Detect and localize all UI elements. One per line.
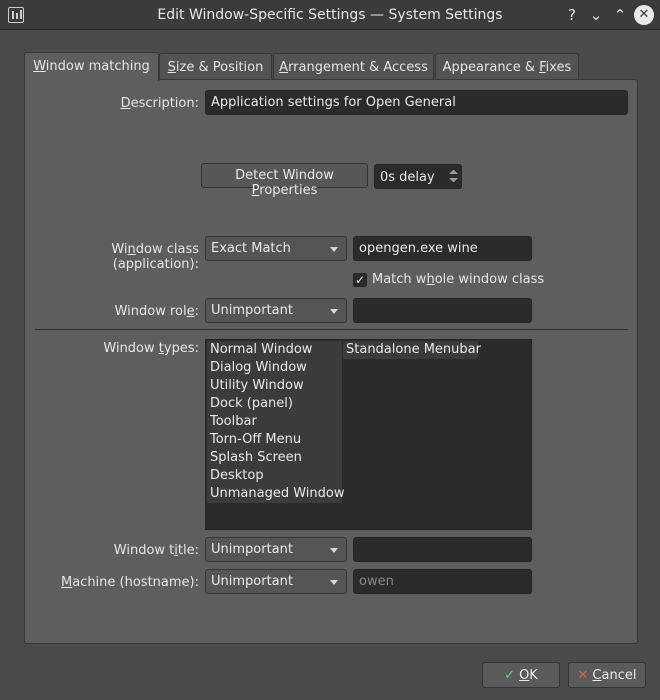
cancel-x-icon: ✕ [577,668,589,683]
window-class-input[interactable]: opengen.exe wine [353,236,532,261]
checkmark-icon: ✓ [504,668,516,683]
list-item[interactable]: Dock (panel) [207,395,342,413]
list-item[interactable]: Torn-Off Menu [207,431,342,449]
list-item[interactable]: Splash Screen [207,449,342,467]
window-role-match-combo[interactable]: Unimportant [205,298,347,323]
machine-input[interactable]: owen [353,569,532,594]
window-types-list[interactable]: Normal Window Dialog Window Utility Wind… [205,339,532,530]
window-role-input[interactable] [353,298,532,323]
detect-delay-value: 0s delay [380,170,435,185]
window-types-column-1: Normal Window Dialog Window Utility Wind… [207,341,344,503]
chevron-down-icon [330,247,338,252]
machine-label: Machine (hostname): [60,575,199,590]
match-whole-window-class-checkbox[interactable]: ✓ [353,273,367,287]
title-bar: Edit Window-Specific Settings — System S… [0,0,660,30]
minimize-button[interactable]: ⌄ [586,5,606,25]
help-button[interactable]: ? [562,5,582,25]
description-label: Description: [120,96,199,111]
maximize-button[interactable]: ⌃ [610,5,630,25]
tab-arrangement-access[interactable]: Arrangement & Access [273,53,434,80]
separator [35,329,628,330]
spin-up-icon[interactable] [449,170,458,174]
list-item[interactable]: Toolbar [207,413,342,431]
tab-window-matching[interactable]: Window matching [24,52,159,81]
list-item[interactable]: Utility Window [207,377,342,395]
window-title: Edit Window-Specific Settings — System S… [157,7,503,23]
machine-match-combo[interactable]: Unimportant [205,569,347,594]
window-role-label: Window role: [114,304,199,319]
list-item[interactable]: Desktop [207,467,342,485]
window-matching-panel: Description: Application settings for Op… [24,79,638,644]
chevron-down-icon [330,580,338,585]
detect-delay-spinbox[interactable]: 0s delay [374,164,462,189]
match-whole-window-class-label[interactable]: Match whole window class [372,272,572,287]
cancel-button[interactable]: ✕ Cancel [568,662,646,688]
list-item[interactable]: Unmanaged Window [207,485,344,503]
tab-appearance-fixes[interactable]: Appearance & Fixes [435,53,579,80]
detect-window-properties-button[interactable]: Detect Window Properties [201,163,368,198]
description-input[interactable]: Application settings for Open General [205,90,628,115]
list-item[interactable]: Normal Window [207,341,342,359]
window-class-label: Window class (application): [111,242,199,272]
window-title-label: Window title: [113,543,199,558]
list-item[interactable]: Standalone Menubar [343,341,481,359]
window-title-match-combo[interactable]: Unimportant [205,537,347,562]
chevron-down-icon [330,548,338,553]
tab-size-position[interactable]: Size & Position [159,53,272,80]
window-types-column-2: Standalone Menubar [343,341,481,359]
window-class-match-combo[interactable]: Exact Match [205,236,347,261]
window-types-label: Window types: [103,341,199,356]
list-item[interactable]: Dialog Window [207,359,342,377]
chevron-down-icon [330,309,338,314]
close-button[interactable]: ✕ [634,5,654,25]
spin-down-icon[interactable] [449,178,458,182]
ok-button[interactable]: ✓ OK [482,662,560,688]
window-title-input[interactable] [353,537,532,562]
